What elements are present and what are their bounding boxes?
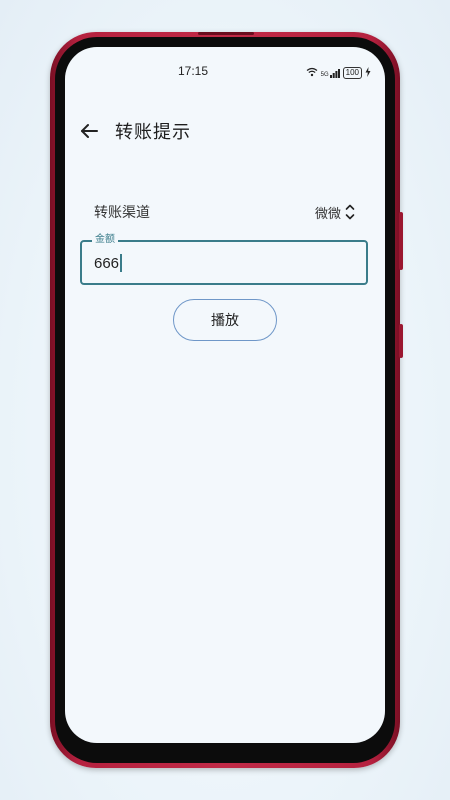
app-bar: 转账提示: [65, 107, 385, 151]
battery-indicator: 100: [342, 67, 362, 79]
channel-dropdown[interactable]: 微微: [315, 197, 355, 227]
volume-button: [399, 212, 403, 270]
amount-value-wrap: 666: [94, 254, 123, 272]
amount-label: 金额: [92, 234, 118, 246]
power-button: [399, 324, 403, 358]
status-icons: 5G 100: [306, 64, 371, 82]
network-type: 5G: [320, 72, 329, 78]
back-button[interactable]: [75, 117, 103, 145]
phone-frame: 17:15 5G 100 转账提示 转账渠道 微微 金额 666 播放: [50, 32, 403, 768]
wifi-icon: [306, 64, 318, 82]
screen: 17:15 5G 100 转账提示 转账渠道 微微 金额 666 播放: [65, 47, 385, 743]
charging-icon: [365, 64, 371, 82]
page-title: 转账提示: [115, 122, 191, 143]
text-cursor: [120, 254, 123, 272]
cellular-icon: 5G: [321, 68, 340, 78]
transfer-channel-row: 转账渠道 微微: [79, 197, 355, 227]
unfold-arrows-icon: [345, 204, 355, 220]
channel-value: 微微: [314, 206, 341, 222]
amount-input[interactable]: 金额 666: [80, 234, 368, 285]
amount-value: 666: [94, 254, 120, 272]
channel-label: 转账渠道: [94, 205, 150, 221]
status-bar: 17:15 5G 100: [65, 47, 385, 91]
earpiece-line: [198, 32, 254, 35]
arrow-left-icon: [81, 124, 98, 138]
play-button[interactable]: 播放: [173, 299, 277, 341]
status-time: 17:15: [177, 64, 209, 78]
